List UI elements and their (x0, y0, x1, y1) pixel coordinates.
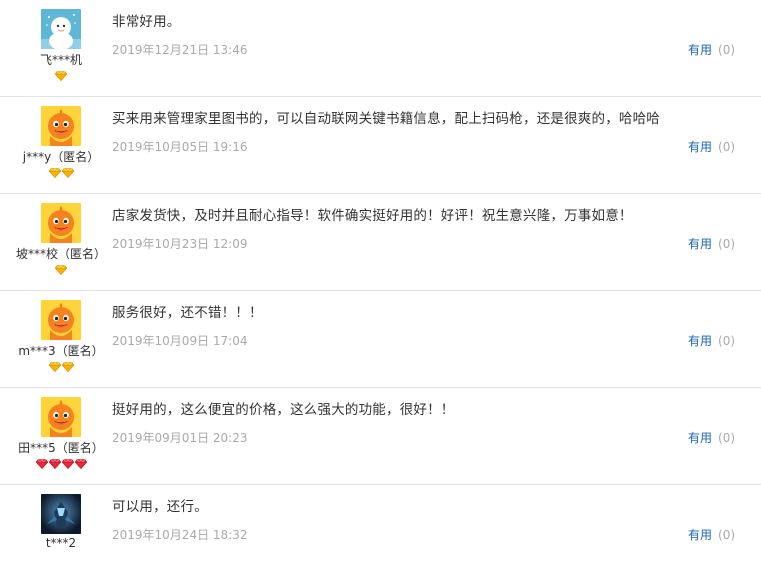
gold-diamond-icon (55, 265, 67, 275)
review-item: 坡***校（匿名） 店家发货快，及时并且耐心指导！软件确实挺好用的！好评！祝生意… (0, 194, 761, 291)
red-diamond-icon (61, 459, 74, 469)
review-item: j***y（匿名） 买来用来管理家里图书的，可以自动联网关键书籍信息，配上扫码枪… (0, 97, 761, 194)
useful-button[interactable]: 有用 (0) (688, 332, 735, 349)
review-content: 可以用，还行。 (112, 499, 208, 515)
reviewer-name: m***3（匿名） (18, 344, 104, 358)
useful-label[interactable]: 有用 (688, 43, 712, 57)
useful-button[interactable]: 有用 (0) (688, 235, 735, 252)
useful-count: (0) (718, 43, 736, 57)
reviewer-info: j***y（匿名） (0, 97, 122, 194)
red-diamond-icon (48, 459, 61, 469)
useful-count: (0) (718, 237, 736, 251)
reviewer-name: t***2 (45, 536, 77, 550)
useful-label[interactable]: 有用 (688, 431, 712, 445)
review-content: 店家发货快，及时并且耐心指导！软件确实挺好用的！好评！祝生意兴隆，万事如意！ (112, 208, 633, 224)
useful-button[interactable]: 有用 (0) (688, 138, 735, 155)
reviewer-info: m***3（匿名） (0, 291, 122, 388)
reviewer-info: 田***5（匿名） (0, 388, 122, 485)
game-character-avatar[interactable] (41, 494, 81, 534)
review-item: t***2 可以用，还行。 2019年10月24日 18:32 有用 (0) (0, 485, 761, 582)
reviewer-level-badges (0, 459, 122, 469)
reviewer-level-badges (0, 168, 122, 178)
review-item: 田***5（匿名） 挺好用的，这么便宜的价格，这么强大的功能，很好！！ 2019… (0, 388, 761, 485)
useful-count: (0) (718, 528, 736, 542)
review-content: 服务很好，还不错！！！ (112, 305, 263, 321)
review-content: 买来用来管理家里图书的，可以自动联网关键书籍信息，配上扫码枪，还是很爽的，哈哈哈 (112, 111, 660, 127)
useful-button[interactable]: 有用 (0) (688, 526, 735, 543)
review-content: 非常好用。 (112, 14, 181, 30)
review-date: 2019年10月24日 18:32 (112, 528, 248, 542)
useful-label[interactable]: 有用 (688, 237, 712, 251)
gold-diamond-icon (55, 71, 67, 81)
red-diamond-icon (74, 459, 87, 469)
useful-label[interactable]: 有用 (688, 140, 712, 154)
reviewer-level-badges (0, 265, 122, 275)
snow-character-avatar[interactable] (41, 9, 81, 49)
gold-diamond-icon (48, 362, 61, 372)
orange-mascot-avatar[interactable] (41, 397, 81, 437)
reviewer-info: 坡***校（匿名） (0, 194, 122, 291)
orange-mascot-avatar[interactable] (41, 300, 81, 340)
reviewer-level-badges (0, 71, 122, 81)
reviewer-level-badges (0, 556, 122, 566)
review-item: m***3（匿名） 服务很好，还不错！！！ 2019年10月09日 17:04 … (0, 291, 761, 388)
useful-count: (0) (718, 431, 736, 445)
reviewer-level-badges (0, 362, 122, 372)
gold-diamond-icon (61, 362, 74, 372)
red-diamond-icon (35, 459, 48, 469)
review-date: 2019年12月21日 13:46 (112, 43, 248, 57)
useful-label[interactable]: 有用 (688, 334, 712, 348)
reviewer-info: 飞***机 (0, 0, 122, 97)
useful-count: (0) (718, 140, 736, 154)
useful-count: (0) (718, 334, 736, 348)
orange-mascot-avatar[interactable] (41, 203, 81, 243)
useful-button[interactable]: 有用 (0) (688, 41, 735, 58)
review-date: 2019年09月01日 20:23 (112, 431, 248, 445)
reviewer-name: 田***5（匿名） (18, 441, 104, 455)
gold-diamond-icon (61, 168, 74, 178)
reviewer-info: t***2 (0, 485, 122, 582)
useful-label[interactable]: 有用 (688, 528, 712, 542)
reviewer-name: 坡***校（匿名） (15, 247, 106, 261)
orange-mascot-avatar[interactable] (41, 106, 81, 146)
gold-diamond-icon (48, 168, 61, 178)
reviewer-name: 飞***机 (39, 53, 82, 67)
review-content: 挺好用的，这么便宜的价格，这么强大的功能，很好！！ (112, 402, 455, 418)
review-date: 2019年10月23日 12:09 (112, 237, 248, 251)
reviewer-name: j***y（匿名） (22, 150, 100, 164)
review-date: 2019年10月05日 19:16 (112, 140, 248, 154)
review-date: 2019年10月09日 17:04 (112, 334, 248, 348)
useful-button[interactable]: 有用 (0) (688, 429, 735, 446)
review-item: 飞***机 非常好用。 2019年12月21日 13:46 有用 (0) (0, 0, 761, 97)
